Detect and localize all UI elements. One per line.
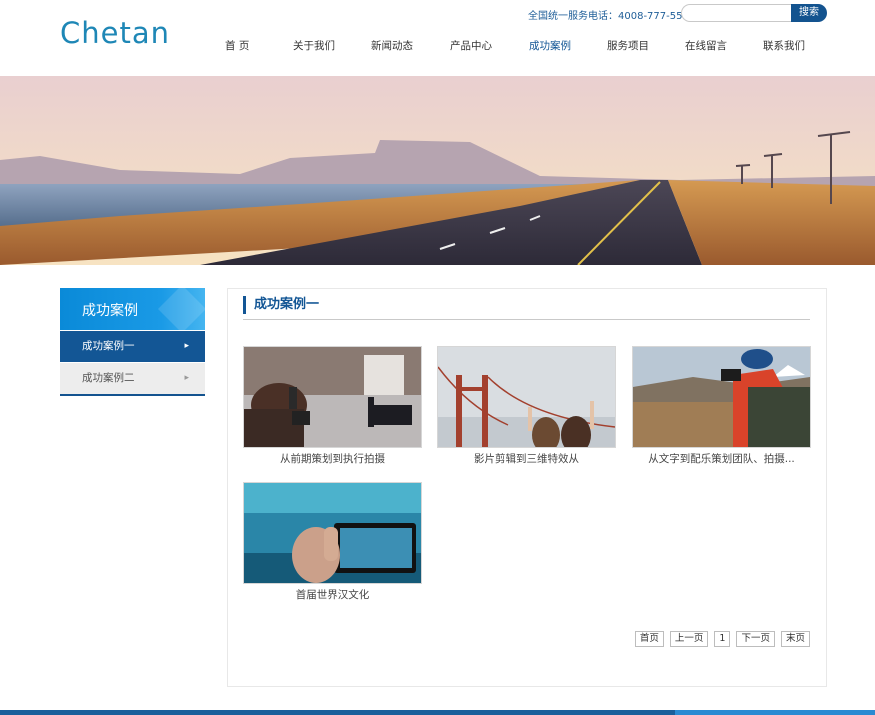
pagination: 首页 上一页 1 下一页 末页 bbox=[629, 631, 810, 647]
case-card[interactable]: 影片剪辑到三维特效从 bbox=[437, 346, 616, 466]
nav-cases[interactable]: 成功案例 bbox=[529, 38, 571, 53]
sidebar-item-label: 成功案例一 bbox=[82, 340, 135, 352]
pager-prev[interactable]: 上一页 bbox=[669, 631, 709, 647]
main-nav: 首 页 关于我们 新闻动态 产品中心 成功案例 服务项目 在线留言 联系我们 bbox=[0, 38, 875, 54]
case-caption[interactable]: 影片剪辑到三维特效从 bbox=[437, 451, 616, 466]
sidebar-item-case-1[interactable]: 成功案例一 ▸ bbox=[60, 331, 205, 362]
chevron-right-icon: ▸ bbox=[184, 341, 189, 351]
case-thumbnail[interactable] bbox=[243, 346, 422, 448]
case-card[interactable]: 从前期策划到执行拍摄 bbox=[243, 346, 422, 466]
sidebar-item-case-2[interactable]: 成功案例二 ▸ bbox=[60, 363, 205, 394]
pager-first[interactable]: 首页 bbox=[634, 631, 664, 647]
pager-page-1[interactable]: 1 bbox=[714, 631, 731, 647]
search-input[interactable] bbox=[681, 4, 794, 22]
pager-last[interactable]: 末页 bbox=[780, 631, 810, 647]
nav-services[interactable]: 服务项目 bbox=[607, 38, 649, 53]
nav-about[interactable]: 关于我们 bbox=[293, 38, 335, 53]
page-title: 成功案例一 bbox=[243, 296, 319, 314]
nav-products[interactable]: 产品中心 bbox=[450, 38, 492, 53]
pager-next[interactable]: 下一页 bbox=[736, 631, 775, 647]
sidebar-menu: 成功案例一 ▸ 成功案例二 ▸ bbox=[60, 331, 205, 396]
case-caption[interactable]: 从前期策划到执行拍摄 bbox=[243, 451, 422, 466]
sidebar-header-decoration bbox=[157, 288, 205, 330]
sidebar-item-label: 成功案例二 bbox=[82, 372, 135, 384]
footer-divider bbox=[0, 710, 875, 715]
search-box: 搜索 bbox=[681, 4, 827, 22]
case-thumbnail[interactable] bbox=[632, 346, 811, 448]
case-photo-photographer-piano bbox=[244, 347, 421, 447]
service-hotline: 全国统一服务电话：4008-777-555 bbox=[528, 11, 689, 22]
sidebar-header: 成功案例 bbox=[60, 288, 205, 330]
chevron-right-icon: ▸ bbox=[184, 373, 189, 383]
hero-banner bbox=[0, 76, 875, 265]
case-thumbnail[interactable] bbox=[437, 346, 616, 448]
case-photo-bridge-friends bbox=[438, 347, 615, 447]
banner-landscape-image bbox=[0, 76, 875, 265]
case-caption[interactable]: 从文字到配乐策划团队、拍摄... bbox=[632, 451, 811, 466]
nav-home[interactable]: 首 页 bbox=[225, 38, 249, 53]
sidebar-title: 成功案例 bbox=[82, 303, 138, 319]
nav-contact[interactable]: 联系我们 bbox=[763, 38, 805, 53]
case-caption[interactable]: 首届世界汉文化 bbox=[243, 587, 422, 602]
case-card[interactable]: 首届世界汉文化 bbox=[243, 482, 422, 602]
case-photo-hiker-camera bbox=[633, 347, 810, 447]
content-panel: 成功案例一 从前期策划到执行拍摄 影片剪辑到三维特效从 从文字到配乐策划团队、拍… bbox=[227, 288, 827, 687]
nav-message[interactable]: 在线留言 bbox=[685, 38, 727, 53]
case-thumbnail[interactable] bbox=[243, 482, 422, 584]
title-divider bbox=[243, 319, 810, 320]
search-button[interactable]: 搜索 bbox=[791, 4, 827, 22]
nav-news[interactable]: 新闻动态 bbox=[371, 38, 413, 53]
case-card[interactable]: 从文字到配乐策划团队、拍摄... bbox=[632, 346, 811, 466]
case-photo-phone-hand bbox=[244, 483, 421, 583]
